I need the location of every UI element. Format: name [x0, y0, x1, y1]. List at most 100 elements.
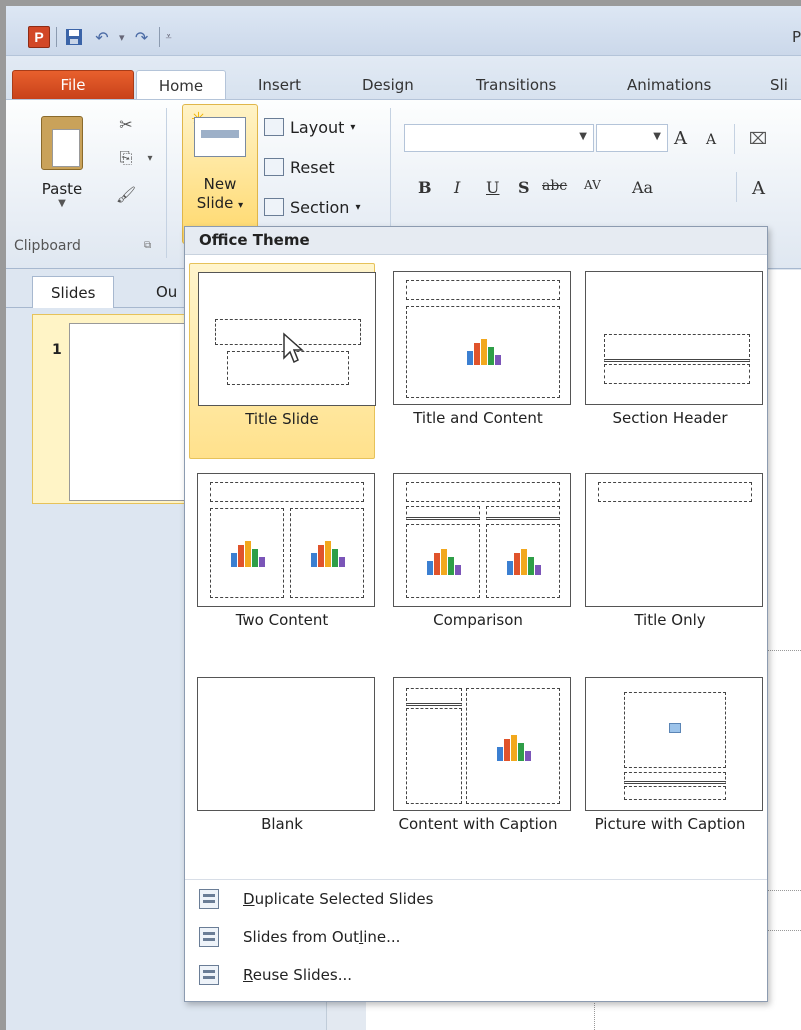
layout-preview: [393, 677, 571, 811]
layout-preview: [393, 473, 571, 607]
layout-preview: [585, 677, 763, 811]
underline-button[interactable]: U: [486, 178, 499, 197]
layout-title-only[interactable]: Title Only: [577, 465, 763, 661]
layout-name: Section Header: [612, 409, 728, 427]
tab-slideshow[interactable]: Sli: [756, 70, 801, 100]
tab-insert[interactable]: Insert: [244, 70, 315, 100]
italic-button[interactable]: I: [454, 178, 460, 197]
chevron-down-icon: ▼: [58, 198, 66, 209]
title-placeholder: [598, 482, 752, 502]
title-placeholder: [406, 482, 560, 502]
new-slide-button[interactable]: ✳ New Slide ▾: [182, 104, 258, 244]
grow-font-button[interactable]: A: [674, 128, 687, 149]
content-placeholder: [466, 688, 560, 804]
gallery-header: Office Theme: [185, 227, 767, 255]
change-case-button[interactable]: Aa: [632, 178, 653, 197]
content-icons-icon: [495, 733, 531, 761]
tab-animations[interactable]: Animations: [613, 70, 725, 100]
group-divider: [734, 124, 735, 154]
placeholder-border: [766, 930, 801, 931]
content-icons-icon: [505, 547, 541, 575]
title-placeholder: [406, 688, 462, 706]
duplicate-slides-icon: [199, 889, 219, 909]
chevron-down-icon[interactable]: ▼: [579, 131, 587, 142]
chevron-down-icon: ▾: [350, 121, 356, 133]
layout-preview: [585, 473, 763, 607]
clear-formatting-icon[interactable]: ⌧: [746, 126, 770, 150]
section-button[interactable]: Section ▾: [264, 194, 360, 220]
section-label: Section: [290, 197, 350, 217]
dialog-launcher-icon[interactable]: ⧉: [144, 240, 151, 251]
picture-placeholder: [624, 692, 726, 768]
undo-icon[interactable]: ↶: [91, 26, 113, 48]
powerpoint-logo-icon[interactable]: P: [28, 26, 50, 48]
redo-icon[interactable]: ↷: [131, 26, 153, 48]
tab-slides[interactable]: Slides: [32, 276, 115, 308]
layout-preview: [585, 271, 763, 405]
layout-name: Picture with Caption: [594, 815, 746, 833]
chevron-down-icon[interactable]: ▼: [653, 131, 661, 142]
reset-icon: [264, 158, 284, 176]
title-placeholder: [604, 334, 750, 362]
bold-button[interactable]: B: [418, 178, 432, 197]
format-painter-icon[interactable]: 🖌: [114, 182, 138, 206]
text-shadow-button[interactable]: S: [518, 178, 530, 197]
customize-qat-icon[interactable]: ⩡: [166, 30, 172, 44]
content-placeholder: [406, 524, 480, 598]
paste-icon: [41, 116, 83, 170]
character-spacing-button[interactable]: AV: [584, 178, 601, 192]
new-slide-label: New: [203, 175, 237, 193]
layout-picture-with-caption[interactable]: Picture with Caption: [577, 669, 763, 865]
layout-name: Content with Caption: [398, 815, 558, 833]
text-placeholder: [406, 506, 480, 520]
shrink-font-button[interactable]: A: [706, 132, 716, 148]
layout-comparison[interactable]: Comparison: [385, 465, 571, 661]
slides-from-outline-item[interactable]: Slides from Outline...: [191, 921, 761, 953]
placeholder-border: [766, 650, 801, 651]
layout-title-and-content[interactable]: Title and Content: [385, 263, 571, 459]
layout-name: Blank: [261, 815, 303, 833]
text-placeholder: [406, 708, 462, 804]
duplicate-selected-slides-item[interactable]: Duplicate Selected Slides: [191, 883, 761, 915]
reuse-slides-item[interactable]: Reuse Slides...: [191, 959, 761, 991]
content-placeholder: [290, 508, 364, 598]
new-slide-icon: [194, 117, 246, 157]
save-icon[interactable]: [63, 26, 85, 48]
quick-access-toolbar: P ↶ ▾ ↷ ⩡: [28, 24, 172, 50]
section-icon: [264, 198, 284, 216]
tab-file[interactable]: File: [12, 70, 134, 100]
reset-button[interactable]: Reset: [264, 154, 335, 180]
undo-dropdown-icon[interactable]: ▾: [119, 31, 125, 44]
tab-transitions[interactable]: Transitions: [462, 70, 570, 100]
chevron-down-icon: ▾: [355, 201, 361, 213]
layout-name: Title Only: [634, 611, 706, 629]
paste-button[interactable]: Paste ▼: [26, 104, 98, 234]
content-placeholder: [210, 508, 284, 598]
content-icons-icon: [229, 539, 265, 567]
layout-two-content[interactable]: Two Content: [189, 465, 375, 661]
layout-content-with-caption[interactable]: Content with Caption: [385, 669, 571, 865]
qat-separator: [56, 27, 57, 47]
layout-icon: [264, 118, 284, 136]
tab-design[interactable]: Design: [348, 70, 428, 100]
copy-icon[interactable]: ⎘: [114, 146, 138, 170]
layout-blank[interactable]: Blank: [189, 669, 375, 865]
layout-button[interactable]: Layout ▾: [264, 114, 355, 140]
chevron-down-icon: ▾: [238, 200, 244, 211]
font-color-button[interactable]: A: [752, 178, 765, 199]
copy-dropdown-icon[interactable]: ▾: [138, 146, 162, 170]
strikethrough-button[interactable]: abc: [542, 178, 567, 194]
window-title: P: [791, 28, 801, 46]
content-placeholder: [406, 306, 560, 398]
layout-name: Comparison: [433, 611, 523, 629]
text-placeholder: [486, 506, 560, 520]
font-name-combobox[interactable]: ▼: [404, 124, 594, 152]
font-size-combobox[interactable]: ▼: [596, 124, 668, 152]
menu-item-label: Slides from Outline...: [243, 928, 401, 946]
qat-separator: [158, 27, 160, 47]
content-placeholder: [486, 524, 560, 598]
powerpoint-window: P ↶ ▾ ↷ ⩡ P File Home Insert Design Tran…: [6, 6, 801, 1030]
cut-icon[interactable]: ✂: [114, 112, 138, 136]
layout-section-header[interactable]: Section Header: [577, 263, 763, 459]
tab-home[interactable]: Home: [136, 70, 226, 101]
